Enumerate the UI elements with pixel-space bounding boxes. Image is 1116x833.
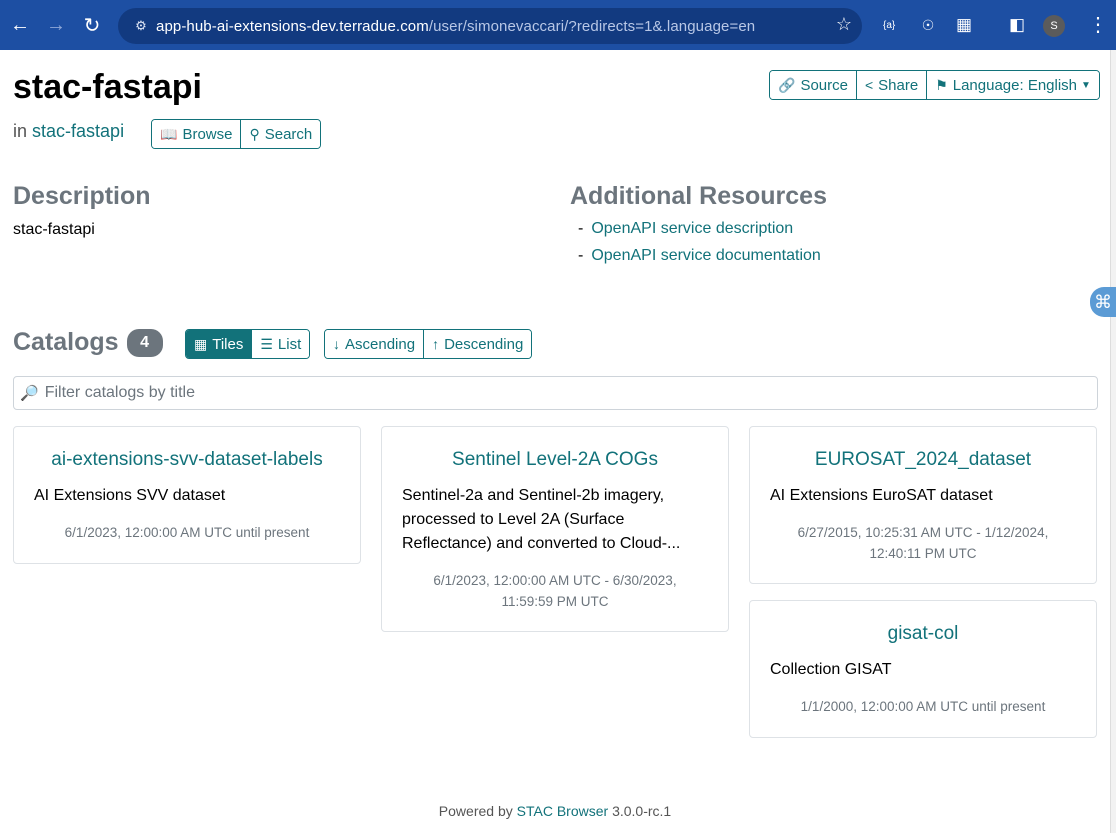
in-prefix: in [13,121,28,141]
magnifier-icon: 🔎 [20,385,39,402]
browser-menu-icon[interactable]: ⋮ [1088,12,1108,37]
sort-toggle-group: ↓ Ascending ↑ Descending [324,329,533,359]
catalog-card[interactable]: EUROSAT_2024_dataset AI Extensions EuroS… [749,426,1097,584]
window-edge [1110,50,1116,833]
sort-descending-icon: ↑ [432,336,440,352]
site-settings-icon[interactable]: ⚙ [130,15,152,37]
bookmark-star-icon[interactable]: ☆ [836,14,852,35]
filter-catalogs-input[interactable]: 🔎 Filter catalogs by title [13,376,1098,410]
command-shortcut-icon[interactable]: ⌘ [1090,287,1116,317]
sort-ascending-icon: ↓ [333,336,340,352]
list-label: List [277,335,302,353]
address-bar[interactable]: ⚙ app-hub-ai-extensions-dev.terradue.com… [118,8,862,44]
catalog-card-description: Collection GISAT [770,661,892,678]
source-label: Source [800,76,848,94]
extension-globe-icon[interactable]: ☉ [918,14,938,36]
search-button[interactable]: ⚲ Search [241,120,321,148]
url-path: /user/simonevaccari/?redirects=1&.langua… [428,17,756,35]
description-heading: Description [13,182,151,210]
browse-search-group: 📖 Browse ⚲ Search [151,119,322,149]
view-toggle-group: ▦ Tiles ☰ List [185,329,311,359]
resources-list: - OpenAPI service description - OpenAPI se… [578,220,821,274]
browse-label: Browse [182,125,233,143]
source-button[interactable]: 🔗 Source [770,71,857,99]
share-button[interactable]: < Share [856,71,928,99]
catalogs-heading: Catalogs 4 [13,328,163,357]
language-dropdown[interactable]: ⚑ Language: English ▼ [927,71,1099,99]
profile-avatar[interactable]: S [1043,15,1065,37]
extension-icon[interactable]: {a} [883,14,895,36]
share-icon: < [864,77,874,93]
catalogs-heading-label: Catalogs [13,328,119,356]
catalog-card-description: AI Extensions SVV dataset [34,487,226,504]
page-footer: Powered by STAC Browser 3.0.0-rc.1 [0,803,1110,819]
openapi-documentation-link[interactable]: OpenAPI service documentation [591,247,820,264]
footer-prefix: Powered by [438,803,513,819]
grid-icon: ▦ [194,335,208,352]
search-label: Search [264,125,313,143]
list-item: - OpenAPI service documentation [578,247,821,264]
catalog-card-title[interactable]: Sentinel Level-2A COGs [382,449,728,471]
catalogs-count-badge: 4 [126,328,163,357]
side-panel-icon[interactable]: ◧ [1007,14,1027,36]
catalog-card-description: Sentinel-2a and Sentinel-2b imagery, pro… [402,487,681,552]
language-label: Language: English [952,76,1078,94]
footer-version: 3.0.0-rc.1 [612,803,672,819]
catalog-card[interactable]: ai-extensions-svv-dataset-labels AI Exte… [13,426,361,564]
browser-toolbar: ← → ↻ ⚙ app-hub-ai-extensions-dev.terrad… [0,0,1116,50]
flag-icon: ⚑ [935,76,948,93]
catalog-card[interactable]: gisat-col Collection GISAT 1/1/2000, 12:… [749,600,1097,738]
filter-placeholder: Filter catalogs by title [44,384,195,401]
search-icon: ⚲ [249,125,260,142]
share-label: Share [878,76,919,94]
parent-breadcrumb: in stac-fastapi [13,121,124,142]
sort-ascending-button[interactable]: ↓ Ascending [325,330,425,358]
page-title: stac-fastapi [13,68,202,106]
url-host: app-hub-ai-extensions-dev.terradue.com [156,17,429,35]
parent-catalog-link[interactable]: stac-fastapi [32,121,124,141]
catalog-card-temporal: 1/1/2000, 12:00:00 AM UTC until present [800,699,1046,714]
catalog-card-title[interactable]: ai-extensions-svv-dataset-labels [14,449,360,471]
descending-label: Descending [444,335,524,353]
back-arrow-icon[interactable]: ← [2,0,38,50]
url-text[interactable]: app-hub-ai-extensions-dev.terradue.com/u… [156,18,755,35]
tiles-label: Tiles [212,335,244,353]
link-icon: 🔗 [778,76,796,93]
catalog-card-title[interactable]: EUROSAT_2024_dataset [750,449,1096,471]
resources-heading: Additional Resources [570,182,827,210]
catalog-card-temporal: 6/1/2023, 12:00:00 AM UTC - 6/30/2023, 1… [433,573,677,609]
forward-arrow-icon[interactable]: → [38,0,74,50]
header-actions-group: 🔗 Source < Share ⚑ Language: English ▼ [769,70,1100,100]
catalog-card-temporal: 6/1/2023, 12:00:00 AM UTC until present [64,525,310,540]
list-icon: ☰ [260,335,273,352]
page-content: stac-fastapi in stac-fastapi 📖 Browse ⚲ Se… [0,50,1110,833]
list-view-button[interactable]: ☰ List [252,330,310,358]
sort-descending-button[interactable]: ↑ Descending [424,330,532,358]
browse-button[interactable]: 📖 Browse [152,120,242,148]
openapi-description-link[interactable]: OpenAPI service description [591,220,793,237]
catalog-card-description: AI Extensions EuroSAT dataset [770,487,993,504]
chevron-down-icon: ▼ [1081,79,1091,91]
extensions-puzzle-icon[interactable]: ▦ [954,14,974,36]
catalog-card-title[interactable]: gisat-col [750,623,1096,645]
reload-icon[interactable]: ↻ [74,0,110,50]
ascending-label: Ascending [345,335,416,353]
stac-browser-link[interactable]: STAC Browser [517,803,609,819]
list-item: - OpenAPI service description [578,220,794,237]
catalog-card-temporal: 6/27/2015, 10:25:31 AM UTC - 1/12/2024, … [797,525,1049,561]
book-icon: 📖 [160,125,178,142]
catalog-card[interactable]: Sentinel Level-2A COGs Sentinel-2a and S… [381,426,729,632]
tiles-view-button[interactable]: ▦ Tiles [186,330,253,358]
description-text: stac-fastapi [13,221,95,238]
